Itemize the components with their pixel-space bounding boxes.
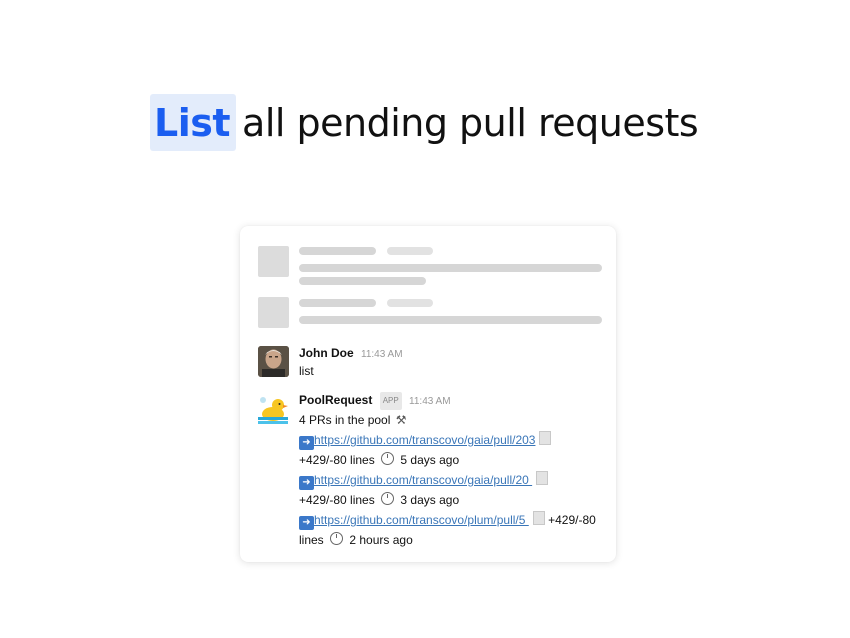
file-icon — [532, 511, 545, 525]
message-john: John Doe 11:43 AM list — [299, 344, 403, 380]
pr-lines: +429/-80 — [548, 513, 596, 527]
pr-link[interactable]: https://github.com/transcovo/plum/pull/5 — [314, 513, 529, 527]
placeholder-avatar — [258, 297, 289, 328]
pr-lines-suffix: lines — [299, 533, 324, 547]
headline-text: all pending pull requests — [242, 100, 699, 145]
summary-text: 4 PRs in the pool — [299, 413, 391, 427]
author-name[interactable]: PoolRequest — [299, 393, 372, 407]
duck-icon[interactable] — [256, 392, 290, 426]
pr-item: ➜ https://github.com/transcovo/gaia/pull/… — [299, 470, 596, 490]
tools-icon: ⚒ — [395, 413, 407, 427]
message-text: list — [299, 364, 314, 378]
arrow-right-icon: ➜ — [299, 436, 314, 450]
avatar[interactable] — [258, 346, 289, 377]
pr-age: 5 days ago — [400, 453, 460, 467]
pr-link[interactable]: https://github.com/transcovo/gaia/pull/2… — [314, 473, 532, 487]
timestamp[interactable]: 11:43 AM — [361, 349, 403, 360]
placeholder-line — [299, 299, 376, 307]
pr-link[interactable]: https://github.com/transcovo/gaia/pull/2… — [314, 433, 535, 447]
pr-meta: +429/-80 lines 5 days ago — [299, 450, 596, 470]
placeholder-line — [299, 316, 602, 324]
placeholder-line — [299, 277, 426, 285]
pr-lines: +429/-80 lines — [299, 493, 375, 507]
headline-highlight: List — [150, 94, 237, 151]
pr-meta: lines 2 hours ago — [299, 530, 596, 550]
arrow-right-icon: ➜ — [299, 516, 314, 530]
pr-item: ➜ https://github.com/transcovo/gaia/pull/… — [299, 430, 596, 450]
stopwatch-icon — [381, 452, 395, 465]
file-icon — [536, 471, 549, 485]
pr-age: 2 hours ago — [349, 533, 413, 547]
placeholder-line — [387, 247, 433, 255]
stopwatch-icon — [330, 532, 344, 545]
pr-lines: +429/-80 lines — [299, 453, 375, 467]
pr-item: ➜ https://github.com/transcovo/plum/pull/… — [299, 510, 596, 530]
pr-meta: +429/-80 lines 3 days ago — [299, 490, 596, 510]
author-name[interactable]: John Doe — [299, 346, 354, 360]
placeholder-line — [299, 264, 602, 272]
app-badge: APP — [379, 392, 402, 410]
message-poolrequest: PoolRequest APP 11:43 AM 4 PRs in the po… — [299, 392, 596, 550]
timestamp[interactable]: 11:43 AM — [409, 396, 451, 407]
placeholder-avatar — [258, 246, 289, 277]
chat-card: John Doe 11:43 AM list PoolRequest APP 1… — [240, 226, 616, 562]
pr-age: 3 days ago — [400, 493, 460, 507]
file-icon — [539, 431, 552, 445]
headline: List all pending pull requests — [150, 94, 699, 151]
placeholder-line — [387, 299, 433, 307]
stopwatch-icon — [381, 492, 395, 505]
placeholder-line — [299, 247, 376, 255]
arrow-right-icon: ➜ — [299, 476, 314, 490]
